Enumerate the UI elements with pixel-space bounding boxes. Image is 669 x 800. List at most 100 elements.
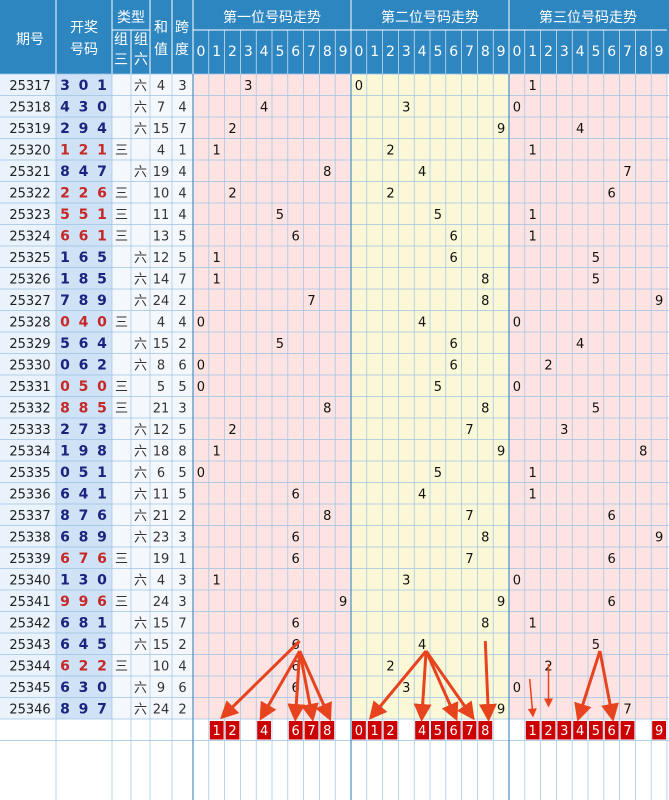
period-cell: 25321 [9,165,50,180]
pos1-trend-mark: 5 [276,337,284,352]
pos3-digit-header: 9 [655,44,664,60]
draw-digit: 1 [60,250,70,266]
pos1-trend-mark: 1 [213,444,221,459]
span-cell: 5 [178,380,186,395]
draw-header-line1: 开奖 [70,19,98,36]
pos2-prediction-digit: 5 [434,724,442,739]
pos3-digit-header: 6 [607,44,616,60]
pos1-trend-mark: 8 [323,401,331,416]
group6-mark: 六 [134,358,147,373]
draw-digit: 4 [79,314,89,330]
draw-digit: 5 [60,336,70,352]
period-cell: 25331 [9,380,50,395]
span-cell: 4 [178,100,186,115]
group3-mark: 三 [115,143,128,158]
period-cell: 25340 [9,573,50,588]
pos3-trend-mark: 6 [608,552,616,567]
pos1-digit-header: 6 [291,44,300,60]
group6-mark: 六 [134,616,147,631]
pos2-trend-mark: 5 [434,466,442,481]
pos1-trend-mark: 1 [213,272,221,287]
group6-mark: 六 [134,294,147,309]
sum-cell: 24 [153,294,170,309]
draw-digit: 2 [60,185,70,201]
draw-digit: 9 [79,701,89,717]
draw-digit: 6 [79,250,89,266]
draw-digit: 2 [97,658,107,674]
draw-digit: 6 [60,228,70,244]
pos1-trend-mark: 0 [197,380,205,395]
pos1-trend-mark: 8 [323,509,331,524]
draw-digit: 0 [97,379,107,395]
pos2-prediction-digit: 4 [418,724,426,739]
pos1-trend-mark: 6 [292,487,300,502]
period-cell: 25344 [9,659,50,674]
sum-cell: 8 [157,358,165,373]
pos2-trend-mark: 6 [450,337,458,352]
draw-digit: 4 [79,637,89,653]
draw-digit: 7 [79,422,89,438]
draw-digit: 3 [79,680,89,696]
pos3-digit-header: 2 [544,44,553,60]
period-cell: 25346 [9,702,50,717]
draw-digit: 6 [60,551,70,567]
pos3-trend-mark: 3 [560,423,568,438]
pos2-trend-mark: 8 [481,616,489,631]
pos2-digit-header: 8 [481,44,490,60]
pos2-trend-mark: 7 [465,552,473,567]
group3-mark: 三 [115,208,128,223]
span-cell: 4 [178,659,186,674]
pos1-digit-header: 7 [307,44,316,60]
pos3-trend-mark: 9 [655,530,663,545]
draw-digit: 8 [79,615,89,631]
draw-digit: 0 [60,357,70,373]
span-cell: 2 [178,702,186,717]
pos1-prediction-digit: 4 [260,724,268,739]
pos2-trend-mark: 7 [465,509,473,524]
draw-digit: 8 [60,164,70,180]
draw-digit: 5 [79,465,89,481]
type-header: 类型 [117,10,145,26]
draw-digit: 0 [97,314,107,330]
pos2-trend-mark: 9 [497,702,505,717]
pos3-trend-mark: 6 [608,595,616,610]
span-cell: 5 [178,251,186,266]
group3-mark: 三 [115,186,128,201]
draw-digit: 2 [60,121,70,137]
draw-digit: 5 [97,271,107,287]
period-cell: 25333 [9,423,50,438]
sum-cell: 6 [157,466,165,481]
span-cell: 7 [178,272,186,287]
pos3-prediction-digit: 9 [655,724,663,739]
pos3-title: 第三位号码走势 [539,9,637,26]
period-cell: 25345 [9,681,50,696]
pos3-trend-mark: 2 [544,358,552,373]
draw-digit: 3 [79,99,89,115]
pos3-trend-mark: 1 [529,143,537,158]
draw-digit: 9 [79,594,89,610]
pos1-trend-mark: 0 [197,358,205,373]
pos2-trend-mark: 2 [386,186,394,201]
sum-cell: 10 [153,186,170,201]
sum-cell: 4 [157,573,165,588]
sum-cell: 11 [153,487,170,502]
sum-header-line1: 和 [154,20,168,36]
draw-digit: 6 [79,357,89,373]
trend-chart-svg: 期号 开奖 号码 类型 组 三 组 六 和 值 跨 度 第一位号码走势 第二位号… [0,0,669,800]
pos1-digit-header: 9 [339,44,348,60]
pos2-trend-mark: 5 [434,380,442,395]
draw-digit: 6 [97,594,107,610]
pos3-digit-header: 5 [591,44,600,60]
pos3-digit-header: 8 [639,44,648,60]
period-cell: 25327 [9,294,50,309]
pos2-trend-mark: 8 [481,294,489,309]
pos1-digit-header: 8 [323,44,332,60]
draw-digit: 4 [60,99,70,115]
pos2-prediction-digit: 2 [386,724,394,739]
pos2-prediction-digit: 1 [371,724,379,739]
draw-digit: 5 [97,400,107,416]
group3-mark: 三 [115,595,128,610]
pos1-prediction-digit: 2 [228,724,236,739]
group6-mark: 六 [134,530,147,545]
span-cell: 4 [178,208,186,223]
